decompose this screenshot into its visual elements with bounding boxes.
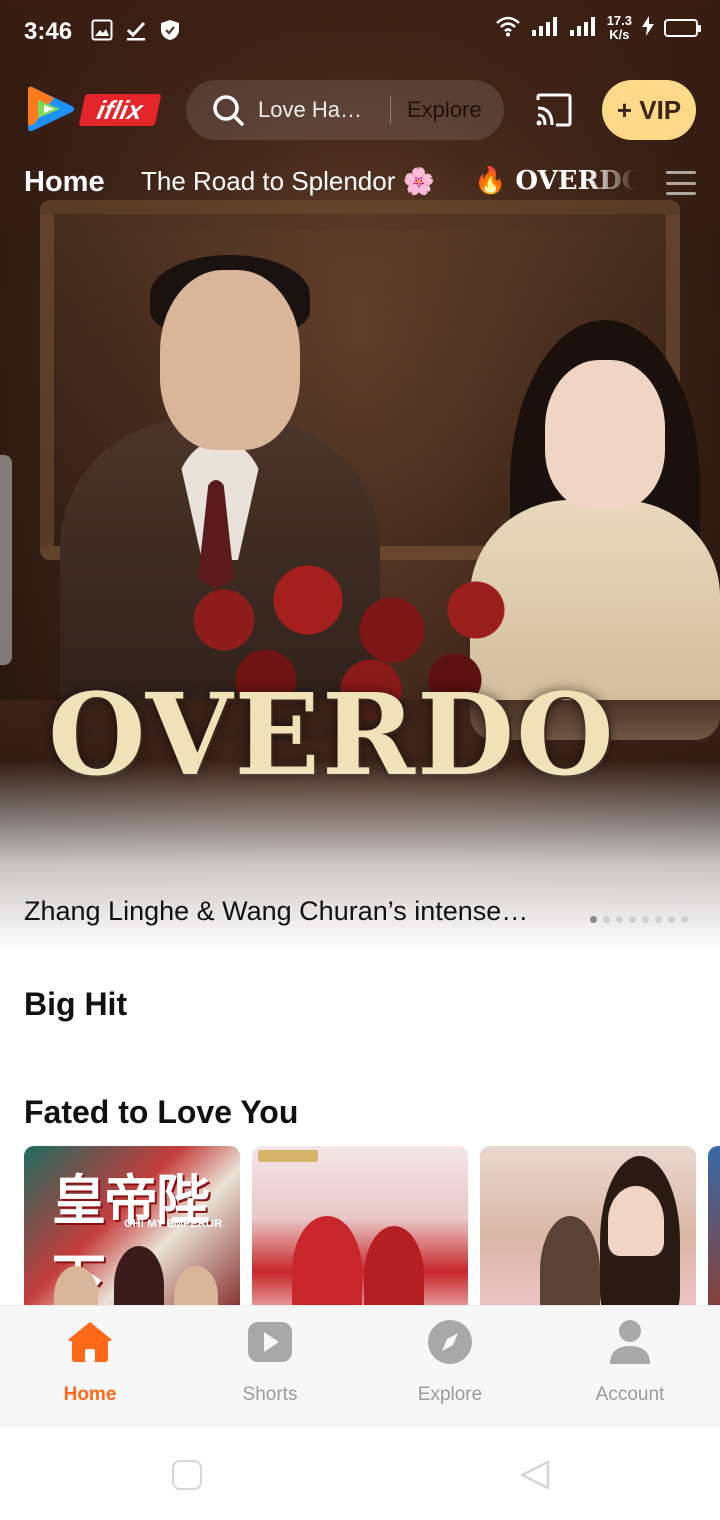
nav-explore[interactable]: Explore bbox=[360, 1306, 540, 1428]
status-bar: 3:46 17.3 K/s bbox=[0, 0, 720, 64]
status-notification-icons bbox=[90, 18, 182, 42]
hero-man-face bbox=[160, 270, 300, 450]
poster-badge bbox=[258, 1150, 318, 1162]
cast-icon[interactable] bbox=[534, 92, 574, 128]
tab-home[interactable]: Home bbox=[24, 166, 105, 199]
section-title-big-hit: Big Hit bbox=[24, 986, 128, 1022]
hero-woman-face bbox=[545, 360, 665, 510]
system-back-button[interactable] bbox=[518, 1458, 552, 1497]
iflix-logo[interactable]: iflix bbox=[78, 94, 162, 126]
home-icon bbox=[66, 1318, 114, 1366]
poster-figure bbox=[608, 1186, 664, 1256]
system-navigation-bar bbox=[0, 1428, 720, 1520]
side-drawer-handle[interactable] bbox=[0, 455, 12, 665]
poster-subtitle: OH! MY EMPEROR bbox=[124, 1218, 223, 1230]
poster-card[interactable] bbox=[708, 1146, 720, 1306]
menu-icon[interactable] bbox=[666, 168, 696, 198]
pager-dot[interactable] bbox=[603, 916, 610, 923]
pager-dot[interactable] bbox=[681, 916, 688, 923]
net-speed: 17.3 K/s bbox=[607, 14, 632, 42]
nav-shorts-label: Shorts bbox=[242, 1384, 298, 1405]
search-explore-button[interactable]: Explore bbox=[407, 97, 482, 123]
poster-figure bbox=[364, 1226, 424, 1306]
vip-button[interactable]: + VIP bbox=[602, 80, 696, 140]
nav-explore-label: Explore bbox=[417, 1384, 483, 1405]
charging-icon bbox=[642, 15, 654, 41]
battery-icon bbox=[664, 19, 701, 37]
top-bar: iflix Love Ha… Explore + VIP bbox=[0, 78, 720, 144]
user-icon bbox=[606, 1318, 654, 1366]
carousel-pager bbox=[590, 916, 688, 923]
status-time: 3:46 bbox=[24, 18, 73, 45]
pager-dot[interactable] bbox=[655, 916, 662, 923]
poster-figure bbox=[540, 1216, 600, 1306]
play-icon bbox=[246, 1318, 294, 1366]
nav-home[interactable]: Home bbox=[0, 1306, 180, 1428]
pager-dot[interactable] bbox=[642, 916, 649, 923]
compass-icon bbox=[426, 1318, 474, 1366]
check-icon bbox=[124, 18, 148, 42]
nav-shorts[interactable]: Shorts bbox=[180, 1306, 360, 1428]
gallery-icon bbox=[90, 18, 114, 42]
net-speed-unit: K/s bbox=[609, 27, 630, 42]
search-icon[interactable] bbox=[198, 93, 258, 127]
system-home-button[interactable] bbox=[172, 1460, 202, 1490]
pager-dot[interactable] bbox=[590, 916, 597, 923]
tab-overdo[interactable]: 🔥 OVERDO bbox=[474, 166, 636, 196]
pager-dot[interactable] bbox=[668, 916, 675, 923]
search-divider bbox=[390, 96, 391, 124]
search-input[interactable]: Love Ha… bbox=[258, 97, 376, 123]
poster-card[interactable]: 皇帝陛下 OH! MY EMPEROR bbox=[24, 1146, 240, 1306]
section-title-fated-to-love-you: Fated to Love You bbox=[24, 1094, 299, 1130]
net-speed-value: 17.3 bbox=[606, 13, 632, 28]
pager-dot[interactable] bbox=[616, 916, 623, 923]
category-tabs: Home The Road to Splendor 🌸 🔥 OVERDO bbox=[0, 160, 720, 210]
hero-caption[interactable]: Zhang Linghe & Wang Churan’s intense… bbox=[24, 896, 564, 927]
shield-icon bbox=[158, 18, 182, 42]
poster-row: 皇帝陛下 OH! MY EMPEROR bbox=[24, 1146, 720, 1306]
signal-icon-2 bbox=[569, 16, 597, 41]
app-logo[interactable] bbox=[24, 84, 78, 134]
wifi-icon bbox=[495, 15, 521, 42]
nav-account[interactable]: Account bbox=[540, 1306, 720, 1428]
poster-card[interactable] bbox=[480, 1146, 696, 1306]
tab-road-to-splendor[interactable]: The Road to Splendor 🌸 bbox=[141, 166, 435, 197]
poster-card[interactable] bbox=[252, 1146, 468, 1306]
nav-home-label: Home bbox=[63, 1384, 117, 1405]
signal-icon-1 bbox=[531, 16, 559, 41]
bottom-navigation: Home Shorts Explore Account bbox=[0, 1305, 720, 1427]
pager-dot[interactable] bbox=[629, 916, 636, 923]
status-system-icons: 17.3 K/s bbox=[495, 14, 701, 42]
poster-figure bbox=[292, 1216, 362, 1306]
nav-account-label: Account bbox=[595, 1384, 665, 1405]
search-bar[interactable]: Love Ha… Explore bbox=[186, 80, 504, 140]
